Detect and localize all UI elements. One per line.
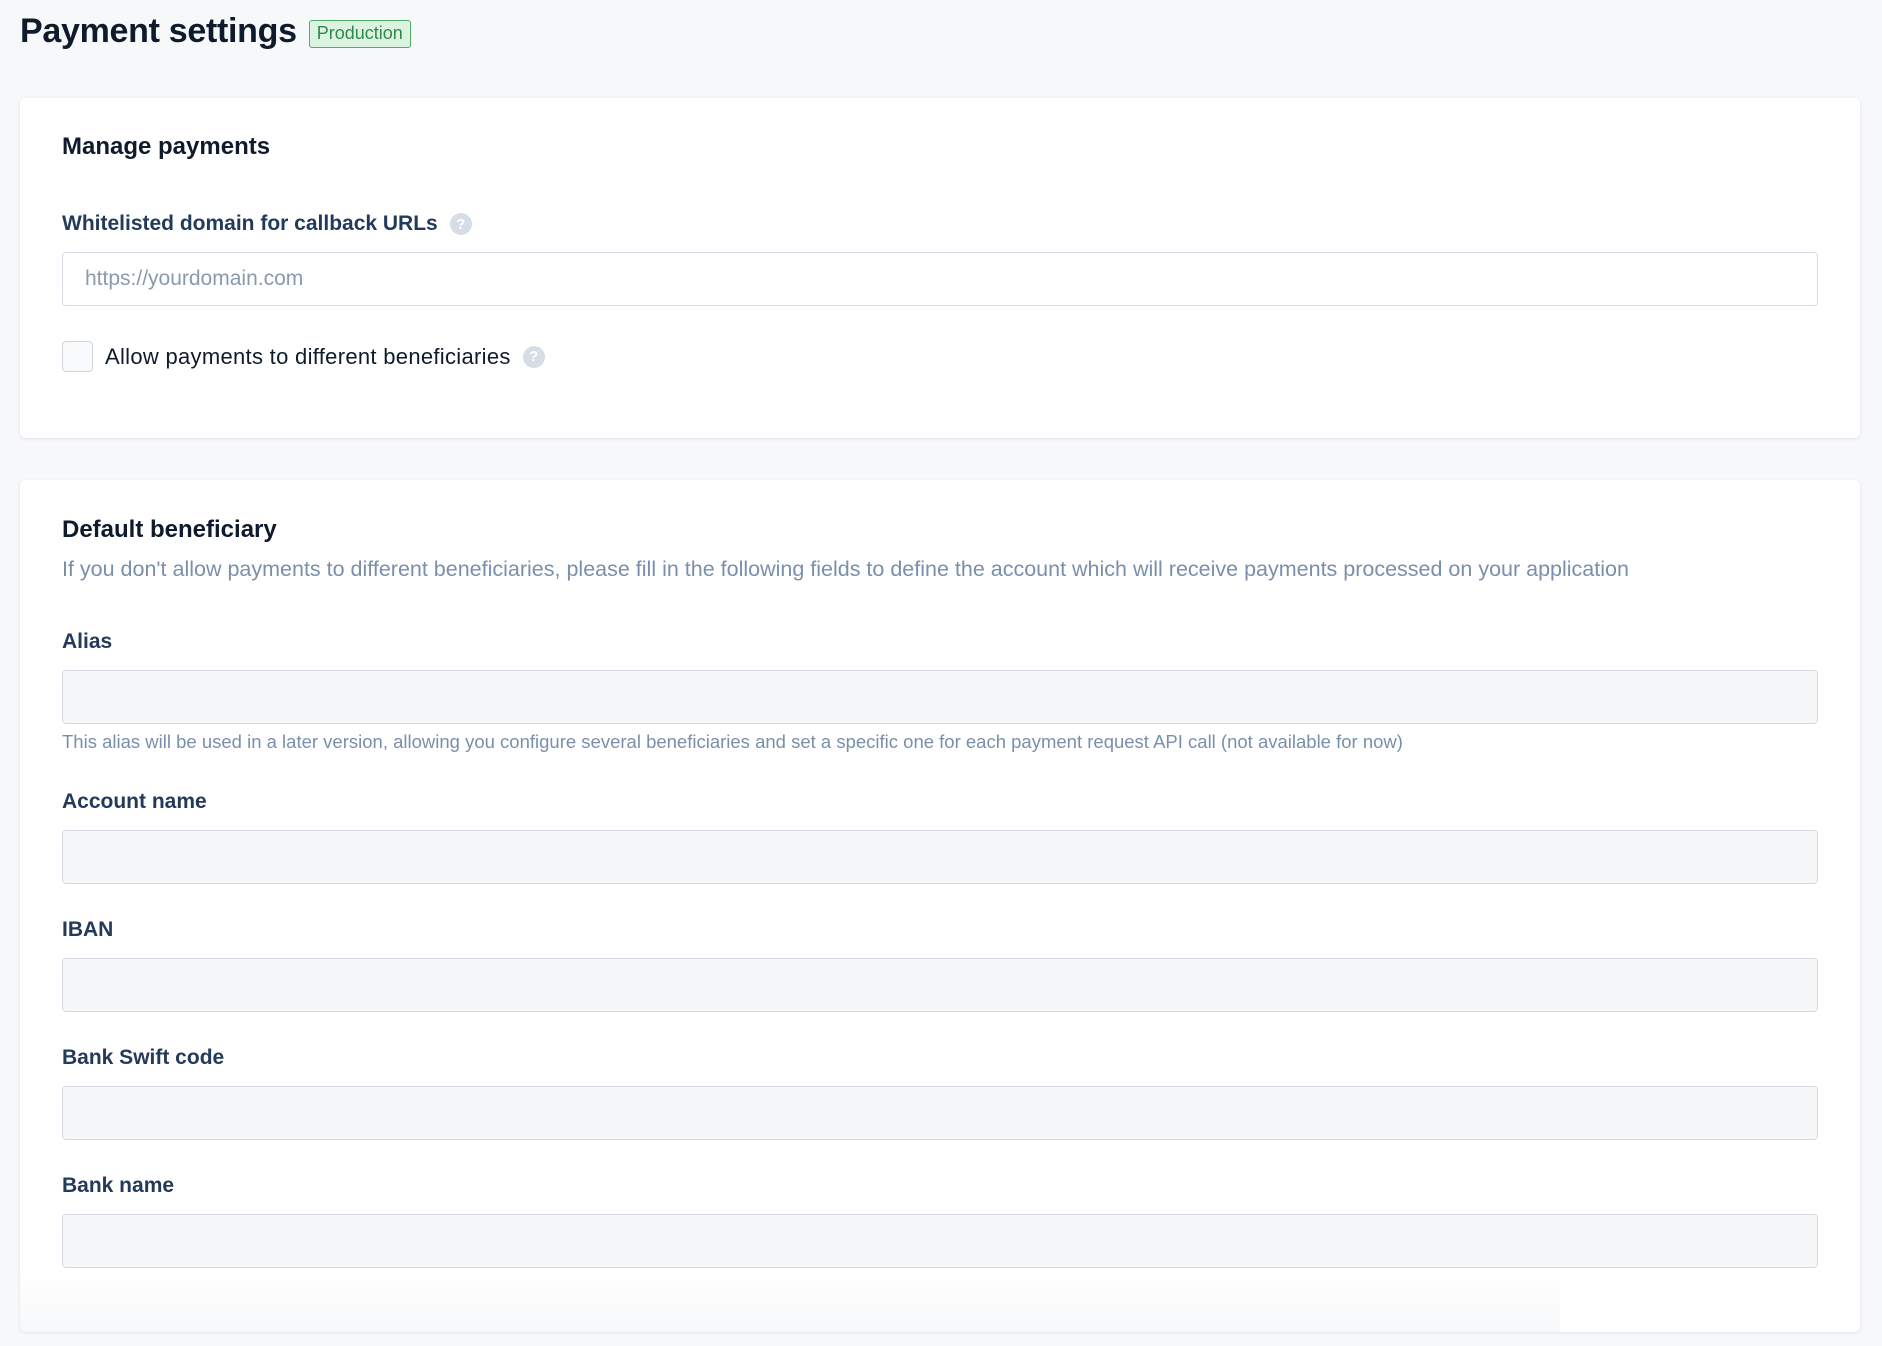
- manage-payments-title: Manage payments: [62, 133, 271, 160]
- environment-badge: Production: [308, 19, 411, 48]
- question-mark-circle-icon[interactable]: ?: [522, 345, 545, 368]
- bank-swift-code-label: Bank Swift code: [62, 1046, 225, 1069]
- alias-hint: This alias will be used in a later versi…: [62, 731, 1403, 752]
- allow-beneficiaries-label[interactable]: Allow payments to different beneficiarie…: [105, 344, 511, 370]
- allow-beneficiaries-row: Allow payments to different beneficiarie…: [62, 341, 545, 372]
- bottom-fade: [20, 1272, 1560, 1332]
- iban-label: IBAN: [62, 918, 114, 941]
- callback-domain-label-text: Whitelisted domain for callback URLs: [62, 212, 438, 235]
- page-title: Payment settings: [20, 12, 297, 50]
- question-mark-circle-icon[interactable]: ?: [449, 213, 472, 235]
- alias-input[interactable]: [62, 670, 1818, 724]
- callback-domain-input[interactable]: [62, 252, 1818, 306]
- default-beneficiary-card: Default beneficiary If you don't allow p…: [20, 480, 1860, 1332]
- iban-input[interactable]: [62, 958, 1818, 1012]
- manage-payments-card: Manage payments Whitelisted domain for c…: [20, 98, 1860, 438]
- default-beneficiary-title: Default beneficiary: [62, 516, 277, 543]
- account-name-input[interactable]: [62, 830, 1818, 884]
- page-header: Payment settings Production: [20, 12, 411, 51]
- account-name-label: Account name: [62, 790, 207, 813]
- bank-swift-code-input[interactable]: [62, 1086, 1818, 1140]
- callback-domain-label: Whitelisted domain for callback URLs ?: [62, 212, 472, 236]
- allow-beneficiaries-checkbox[interactable]: [62, 341, 93, 372]
- alias-label: Alias: [62, 630, 113, 653]
- bank-name-input[interactable]: [62, 1214, 1818, 1268]
- default-beneficiary-description: If you don't allow payments to different…: [62, 557, 1629, 581]
- bank-name-label: Bank name: [62, 1174, 175, 1197]
